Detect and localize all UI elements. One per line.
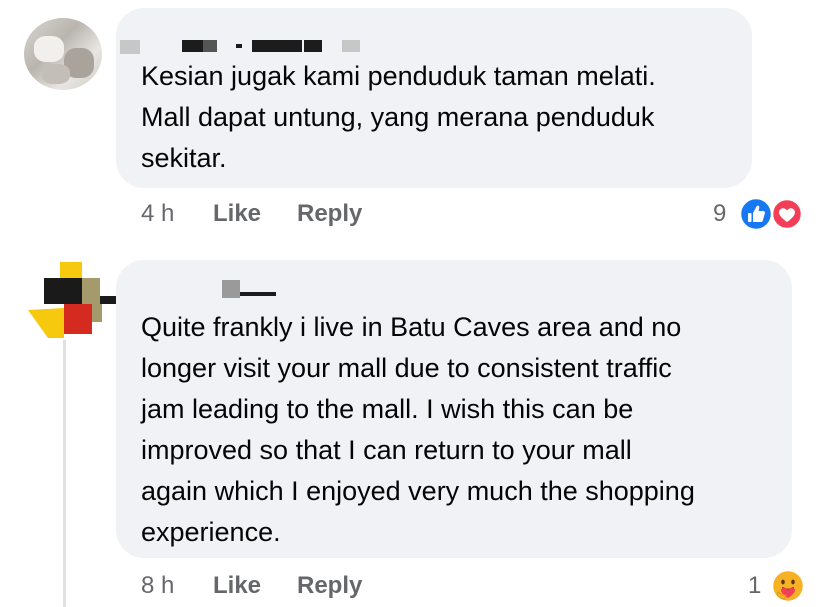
redacted-commenter-name[interactable] — [222, 280, 240, 298]
comment-text-line: sekitar. — [141, 143, 227, 173]
commenter-avatar[interactable] — [24, 18, 102, 90]
like-reaction-icon — [738, 196, 774, 232]
reactions-summary[interactable] — [736, 196, 806, 232]
reply-thread-line — [63, 340, 66, 607]
comment-text-line: Kesian jugak kami penduduk taman melati. — [141, 61, 656, 91]
redacted-commenter-name[interactable] — [120, 40, 140, 54]
comment-text-line: again which I enjoyed very much the shop… — [141, 476, 695, 506]
redacted-commenter-name — [236, 44, 242, 48]
avatar-image-detail — [42, 64, 70, 84]
redacted-commenter-name — [342, 40, 360, 52]
comment-text-line: longer visit your mall due to consistent… — [141, 353, 672, 383]
care-reaction-icon[interactable] — [770, 568, 806, 604]
redacted-commenter-name[interactable] — [304, 40, 322, 52]
reply-button[interactable]: Reply — [297, 200, 362, 228]
comment-text: Kesian jugak kami penduduk taman melati.… — [141, 56, 741, 179]
comment-text-line: Quite frankly i live in Batu Caves area … — [141, 312, 682, 342]
reaction-count[interactable]: 9 — [713, 200, 726, 228]
redacted-commenter-name — [203, 40, 217, 52]
comment-text-line: experience. — [141, 517, 281, 547]
reaction-count[interactable]: 1 — [748, 572, 761, 600]
comment-timestamp[interactable]: 8 h — [141, 572, 174, 600]
comment-text-line: Mall dapat untung, yang merana penduduk — [141, 102, 655, 132]
reply-button[interactable]: Reply — [297, 572, 362, 600]
like-button[interactable]: Like — [213, 572, 261, 600]
comment-text-line: jam leading to the mall. I wish this can… — [141, 394, 634, 424]
commenter-avatar[interactable] — [24, 258, 120, 342]
redacted-commenter-name[interactable] — [240, 292, 276, 296]
comment-timestamp[interactable]: 4 h — [141, 200, 174, 228]
comment-text-line: improved so that I can return to your ma… — [141, 435, 632, 465]
redacted-commenter-name[interactable] — [252, 40, 302, 52]
love-reaction-icon — [770, 197, 804, 231]
like-button[interactable]: Like — [213, 200, 261, 228]
comment-text: Quite frankly i live in Batu Caves area … — [141, 307, 781, 553]
avatar-image-detail — [34, 36, 64, 62]
